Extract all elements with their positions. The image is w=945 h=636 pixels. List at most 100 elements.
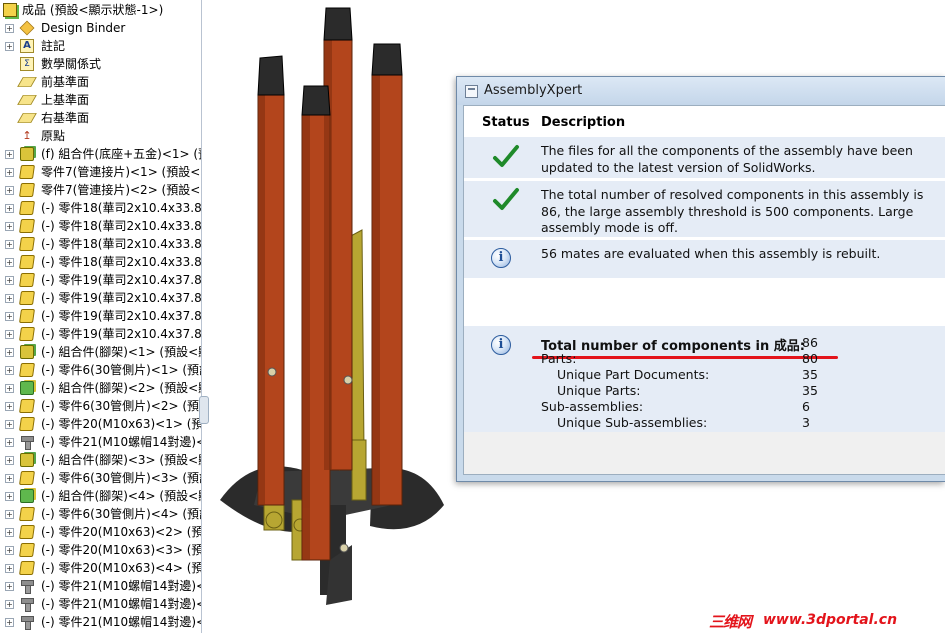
- summary-label: Total number of components in 成品:: [541, 339, 805, 354]
- base-plates: [220, 466, 444, 605]
- dialog-client-area: Status Description The files for all the…: [463, 105, 945, 475]
- model-viewport[interactable]: [202, 0, 462, 633]
- tree-item-label: (-) 零件19(華司2x10.4x37.8): [41, 273, 202, 287]
- subassembly-icon: [20, 345, 34, 359]
- column-header-description: Description: [541, 115, 626, 130]
- expand-toggle[interactable]: +: [5, 420, 14, 429]
- report-pane[interactable]: Status Description The files for all the…: [464, 106, 945, 432]
- watermark-brand: 三维网: [709, 613, 752, 631]
- expand-toggle[interactable]: +: [5, 276, 14, 285]
- expand-toggle[interactable]: +: [5, 312, 14, 321]
- tree-item-label: 上基準面: [41, 93, 90, 107]
- bolt-icon: [20, 579, 34, 594]
- expand-toggle[interactable]: +: [5, 492, 14, 501]
- subassembly-icon: [20, 147, 34, 161]
- window-icon: [465, 85, 478, 98]
- part-icon: [19, 165, 35, 179]
- bolt-icon: [20, 615, 34, 630]
- tree-item-label: (-) 零件20(M10x63)<2> (預設: [41, 525, 202, 539]
- part-icon: [19, 327, 35, 341]
- part-icon: [19, 543, 35, 557]
- expand-toggle[interactable]: +: [5, 348, 14, 357]
- expand-toggle[interactable]: +: [5, 474, 14, 483]
- assembly-icon: [3, 3, 17, 17]
- expand-toggle[interactable]: +: [5, 24, 14, 33]
- summary-label: Parts:: [541, 351, 577, 366]
- equation-icon: Σ: [20, 57, 34, 71]
- summary-label: Unique Parts:: [557, 383, 641, 398]
- plane-icon: [17, 113, 37, 123]
- tree-item-label: 右基準面: [41, 111, 90, 125]
- expand-toggle[interactable]: +: [5, 222, 14, 231]
- column-header-status: Status: [482, 115, 530, 130]
- expand-toggle[interactable]: +: [5, 204, 14, 213]
- part-icon: [19, 417, 35, 431]
- design-binder-icon: [19, 20, 35, 36]
- tree-item-label: (-) 零件18(華司2x10.4x33.8): [41, 237, 202, 251]
- part-icon: [19, 201, 35, 215]
- expand-toggle[interactable]: +: [5, 240, 14, 249]
- subassembly-icon: [20, 489, 34, 503]
- expand-toggle[interactable]: +: [5, 402, 14, 411]
- tree-item-label: (-) 零件18(華司2x10.4x33.8): [41, 219, 202, 233]
- tree-item-label: (-) 組合件(腳架)<4> (預設<顯: [41, 489, 202, 503]
- expand-toggle[interactable]: +: [5, 564, 14, 573]
- expand-toggle[interactable]: +: [5, 618, 14, 627]
- dialog-titlebar[interactable]: AssemblyXpert: [457, 77, 945, 105]
- report-row: The files for all the components of the …: [464, 137, 945, 178]
- tree-item-label: (-) 零件20(M10x63)<1> (預設: [41, 417, 202, 431]
- part-icon: [19, 183, 35, 197]
- part-icon: [19, 219, 35, 233]
- component-summary: i Total number of components in 成品: 86 Par…: [464, 326, 945, 432]
- expand-toggle[interactable]: +: [5, 366, 14, 375]
- part-icon: [19, 273, 35, 287]
- tree-item-label: (-) 零件21(M10螺帽14對邊)<: [41, 597, 202, 611]
- part-icon: [19, 237, 35, 251]
- tree-item-label: (-) 零件21(M10螺帽14對邊)<: [41, 615, 202, 629]
- expand-toggle[interactable]: +: [5, 546, 14, 555]
- tree-item-label: 前基準面: [41, 75, 90, 89]
- tree-item-label: 數學關係式: [41, 57, 102, 71]
- plane-icon: [17, 95, 37, 105]
- expand-toggle[interactable]: +: [5, 510, 14, 519]
- expand-toggle[interactable]: +: [5, 294, 14, 303]
- expand-toggle[interactable]: +: [5, 456, 14, 465]
- summary-label: Unique Sub-assembly Documents:: [557, 431, 772, 432]
- expand-toggle[interactable]: +: [5, 42, 14, 51]
- row-description: The files for all the components of the …: [541, 143, 913, 175]
- expand-toggle[interactable]: +: [5, 330, 14, 339]
- expand-toggle[interactable]: +: [5, 258, 14, 267]
- tree-item-label: 零件7(管連接片)<1> (預設<<: [41, 165, 202, 179]
- summary-value: 35: [802, 367, 818, 382]
- tree-item-label: (-) 零件21(M10螺帽14對邊)<: [41, 435, 202, 449]
- summary-value: 35: [802, 383, 818, 398]
- info-icon: i: [491, 335, 511, 355]
- tree-item-label: (-) 零件20(M10x63)<3> (預設: [41, 543, 202, 557]
- assemblyxpert-dialog: AssemblyXpert Status Description The fil…: [456, 76, 945, 482]
- tree-item-label: (-) 組合件(腳架)<2> (預設<顯: [41, 381, 202, 395]
- tree-item-label: (-) 組合件(腳架)<1> (預設<顯: [41, 345, 202, 359]
- tree-item-label: (-) 零件18(華司2x10.4x33.8): [41, 255, 202, 269]
- expand-toggle[interactable]: +: [5, 186, 14, 195]
- part-icon: [19, 399, 35, 413]
- watermark-url: www.3dportal.cn: [763, 612, 898, 628]
- expand-toggle[interactable]: +: [5, 600, 14, 609]
- bolt-icon: [20, 435, 34, 450]
- annotation-icon: A: [20, 39, 34, 53]
- expand-toggle[interactable]: +: [5, 150, 14, 159]
- part-icon: [19, 525, 35, 539]
- expand-toggle[interactable]: +: [5, 384, 14, 393]
- summary-value: 3: [802, 415, 810, 430]
- summary-label: Sub-assemblies:: [541, 399, 644, 414]
- tree-item-label: 註記: [41, 39, 66, 53]
- plane-icon: [17, 77, 37, 87]
- assembly-model-render: [220, 7, 444, 605]
- part-icon: [19, 309, 35, 323]
- tree-item-label: 原點: [41, 129, 66, 143]
- expand-toggle[interactable]: +: [5, 168, 14, 177]
- expand-toggle[interactable]: +: [5, 528, 14, 537]
- expand-toggle[interactable]: +: [5, 582, 14, 591]
- expand-toggle[interactable]: +: [5, 438, 14, 447]
- feature-manager-tree: 成品 (預設<顯示狀態-1>) + Design Binder + A 註記 Σ 數學關係式前…: [0, 0, 202, 633]
- check-icon: [493, 188, 519, 210]
